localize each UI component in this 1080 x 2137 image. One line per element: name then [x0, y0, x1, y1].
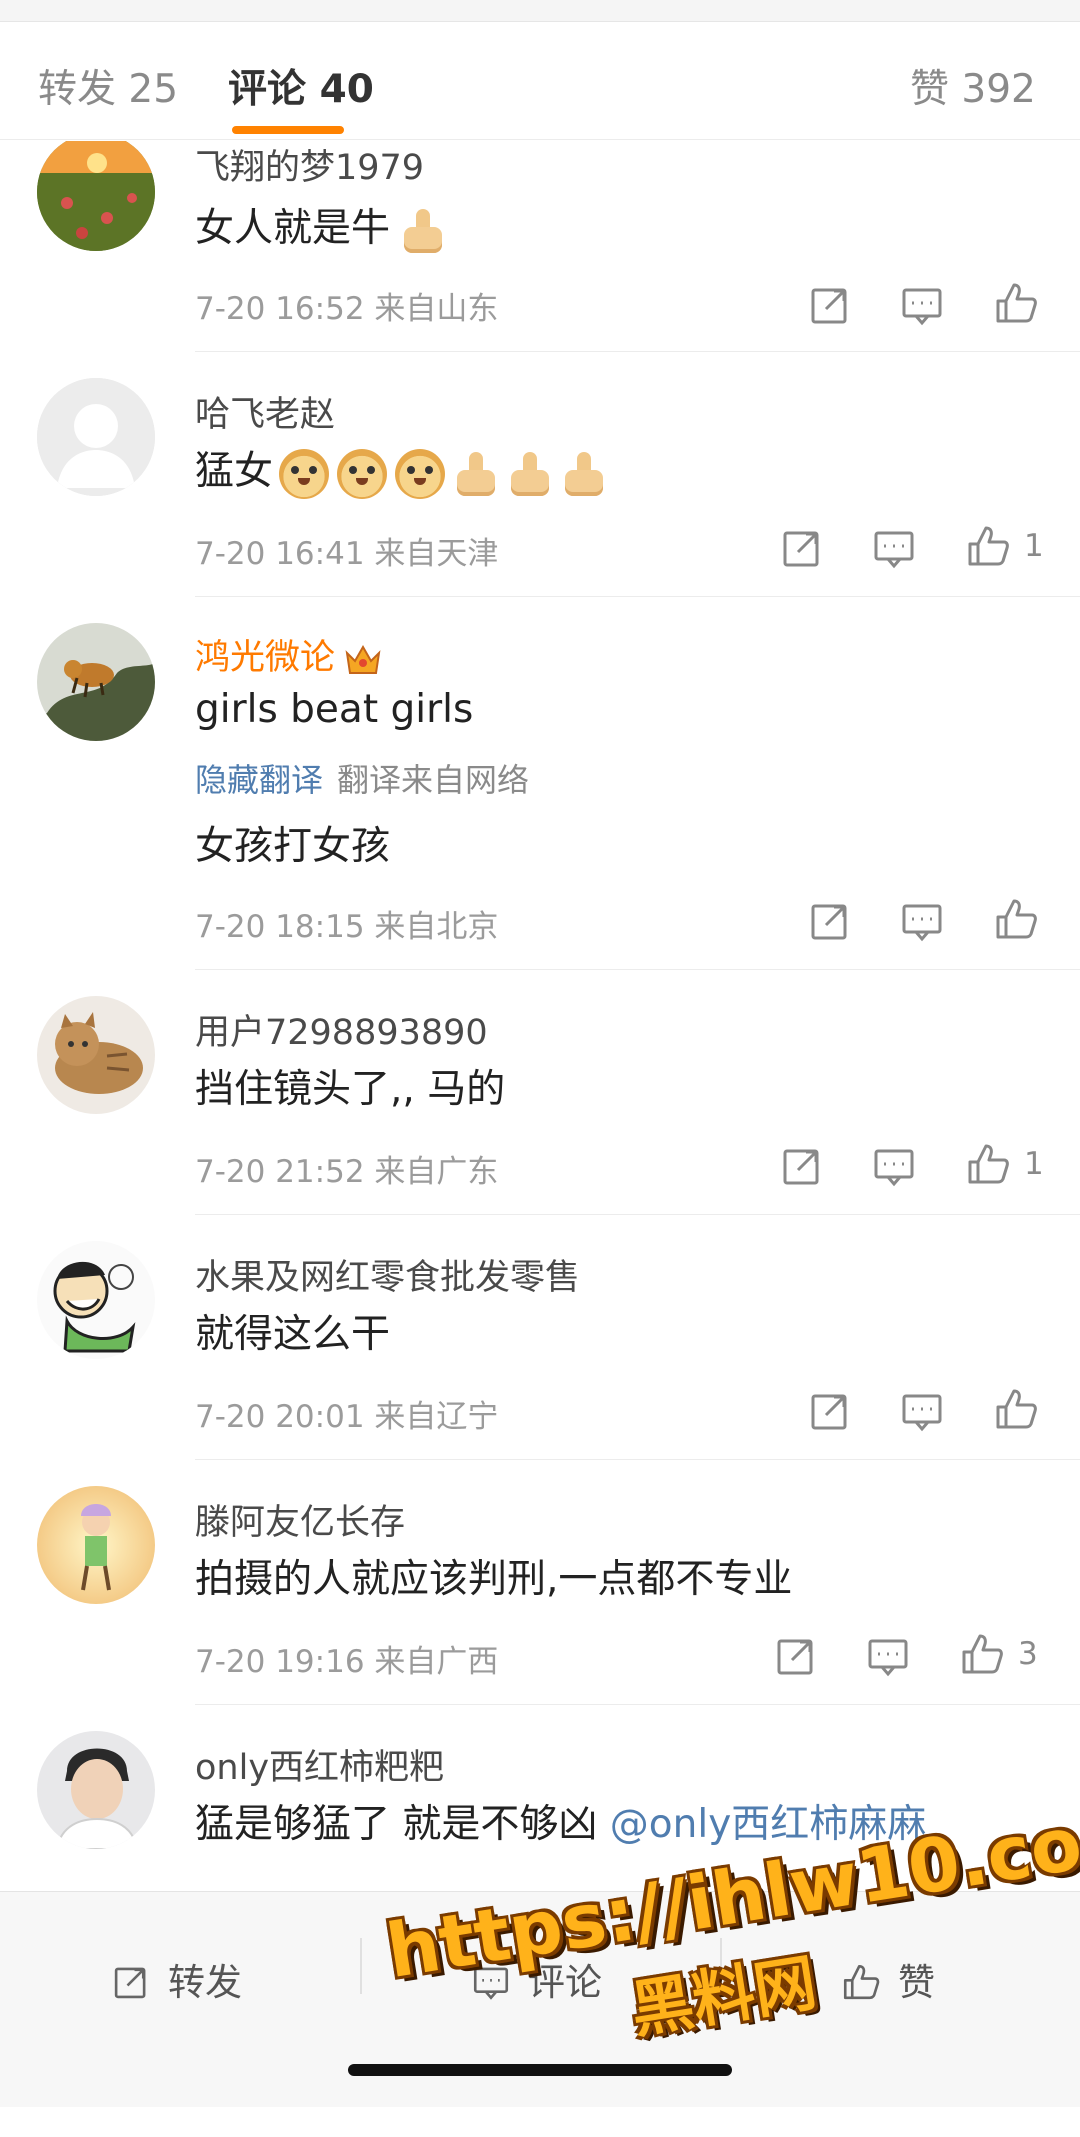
comment-meta: 7-20 16:52 来自山东 — [195, 283, 498, 328]
doge-emoji-icon — [279, 448, 330, 499]
comment-text-content: 猛是够猛了 就是不够凶 — [195, 1802, 610, 1847]
thumbs-up-emoji-icon — [453, 450, 499, 498]
comment-icon[interactable] — [864, 1632, 912, 1680]
comment-divider — [195, 969, 1080, 970]
avatar[interactable] — [37, 1241, 155, 1359]
tab-repost-count: 25 — [128, 67, 179, 112]
comment-divider — [195, 1214, 1080, 1215]
comment-icon[interactable] — [898, 897, 946, 945]
tab-likes-count: 392 — [961, 67, 1036, 112]
comment-text: 猛女 — [195, 440, 615, 499]
comment-text-content: 女人就是牛 — [195, 206, 391, 251]
doge-emoji-icon — [337, 448, 388, 499]
translation-row: 隐藏翻译 翻译来自网络 — [195, 755, 529, 801]
comment-icon[interactable] — [870, 524, 918, 572]
comment-text: girls beat girls — [195, 687, 474, 732]
comment-location: 来自山东 — [374, 291, 499, 327]
share-icon[interactable] — [806, 1387, 854, 1435]
thumbs-up-emoji-icon — [400, 207, 446, 255]
tab-bar: 转发 25 评论 40 赞 392 — [0, 22, 1080, 140]
comment-text: 挡住镜头了,, 马的 — [195, 1067, 506, 1112]
comment-text: 女人就是牛 — [195, 197, 454, 255]
share-icon[interactable] — [806, 281, 854, 329]
comment-date: 7-20 18:15 — [195, 909, 365, 945]
active-tab-indicator — [232, 126, 344, 134]
tab-repost[interactable]: 转发 25 — [38, 58, 178, 114]
avatar[interactable] — [37, 1731, 155, 1849]
avatar[interactable] — [37, 1486, 155, 1604]
tab-comments[interactable]: 评论 40 — [228, 58, 374, 114]
comment-text-content: 猛女 — [195, 449, 274, 494]
comment-list[interactable]: 飞翔的梦1979 女人就是牛 7-20 16:52 来自山东 哈飞老赵 猛女 7… — [0, 141, 1080, 1891]
comment-divider — [195, 1704, 1080, 1705]
comment-icon[interactable] — [870, 1142, 918, 1190]
repost-label: 转发 — [168, 1961, 242, 2004]
share-icon — [114, 1967, 146, 1999]
like-count: 1 — [1024, 528, 1044, 564]
translation-source: 翻译来自网络 — [337, 761, 530, 799]
comment-location: 来自天津 — [374, 536, 499, 572]
comment-date: 7-20 19:16 — [195, 1644, 365, 1680]
comment-date: 7-20 21:52 — [195, 1154, 365, 1190]
comment-author[interactable]: 滕阿友亿长存 — [195, 1494, 405, 1545]
like-count: 3 — [1018, 1636, 1038, 1672]
like-count: 1 — [1024, 1146, 1044, 1182]
tab-likes-label: 赞 — [910, 67, 950, 112]
comment-text: 就得这么干 — [195, 1312, 391, 1357]
avatar[interactable] — [37, 996, 155, 1114]
share-icon[interactable] — [772, 1632, 820, 1680]
like-icon[interactable] — [992, 279, 1040, 327]
comment-icon[interactable] — [898, 1387, 946, 1435]
status-bar-strip — [0, 0, 1080, 22]
comment-date: 7-20 20:01 — [195, 1399, 365, 1435]
share-icon[interactable] — [778, 1142, 826, 1190]
repost-button[interactable]: 转发 — [110, 1952, 242, 2006]
comment-author-name: 鸿光微论 — [195, 638, 336, 678]
hide-translation-link[interactable]: 隐藏翻译 — [195, 761, 323, 799]
comment-divider — [195, 596, 1080, 597]
comment-text: 拍摄的人就应该判刑,一点都不专业 — [195, 1557, 793, 1602]
avatar[interactable] — [37, 378, 155, 496]
like-icon[interactable] — [964, 522, 1012, 570]
comment-meta: 7-20 16:41 来自天津 — [195, 528, 498, 573]
comment-meta: 7-20 21:52 来自广东 — [195, 1146, 498, 1191]
comment-date: 7-20 16:52 — [195, 291, 365, 327]
comment-location: 来自广东 — [374, 1154, 499, 1190]
tab-comments-label: 评论 — [228, 67, 307, 112]
comment-author[interactable]: 飞翔的梦1979 — [195, 141, 424, 190]
comment-author[interactable]: 水果及网红零食批发零售 — [195, 1249, 580, 1300]
tab-likes[interactable]: 赞 392 — [910, 58, 1036, 114]
like-icon[interactable] — [958, 1630, 1006, 1678]
comment-location: 来自北京 — [374, 909, 499, 945]
comment-author[interactable]: only西红柿粑粑 — [195, 1739, 444, 1790]
tab-comments-count: 40 — [319, 67, 374, 112]
avatar[interactable] — [37, 623, 155, 741]
like-icon[interactable] — [992, 1385, 1040, 1433]
thumbs-up-emoji-icon — [507, 450, 553, 498]
comment-author[interactable]: 用户7298893890 — [195, 1004, 488, 1055]
like-icon[interactable] — [964, 1140, 1012, 1188]
share-icon[interactable] — [778, 524, 826, 572]
bottom-separator — [360, 1938, 362, 1994]
vip-crown-icon — [345, 644, 381, 674]
comment-author[interactable]: 鸿光微论 — [195, 629, 383, 680]
comment-divider — [195, 1459, 1080, 1460]
comment-date: 7-20 16:41 — [195, 536, 365, 572]
comment-location: 来自辽宁 — [374, 1399, 499, 1435]
like-icon[interactable] — [992, 895, 1040, 943]
thumbs-up-emoji-icon — [561, 450, 607, 498]
comment-author[interactable]: 哈飞老赵 — [195, 386, 335, 437]
comment-icon[interactable] — [898, 281, 946, 329]
comment-translation: 女孩打女孩 — [195, 824, 391, 869]
comment-meta: 7-20 20:01 来自辽宁 — [195, 1391, 498, 1436]
avatar[interactable] — [37, 141, 155, 251]
comment-meta: 7-20 18:15 来自北京 — [195, 901, 498, 946]
comment-divider — [195, 351, 1080, 352]
comment-location: 来自广西 — [374, 1644, 499, 1680]
doge-emoji-icon — [395, 448, 446, 499]
comment-meta: 7-20 19:16 来自广西 — [195, 1636, 498, 1681]
share-icon[interactable] — [806, 897, 854, 945]
tab-repost-label: 转发 — [38, 67, 117, 112]
